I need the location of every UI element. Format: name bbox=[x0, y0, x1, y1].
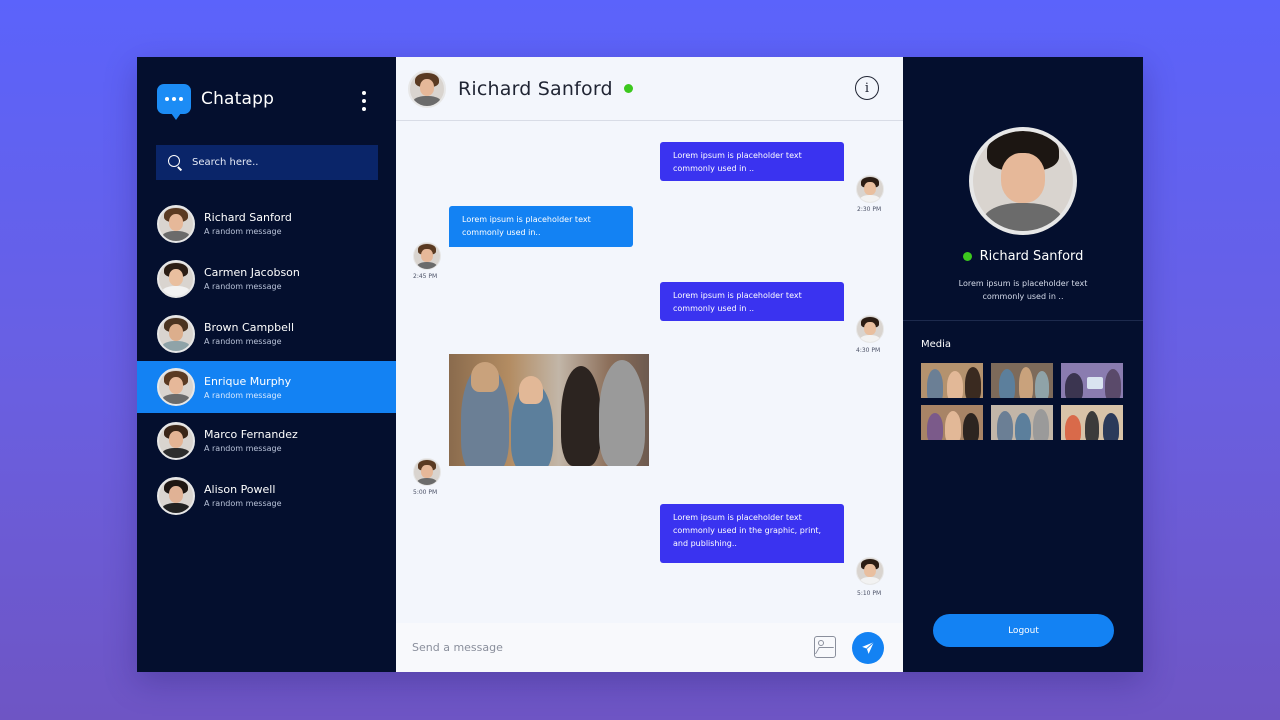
contact-name: Alison Powell bbox=[204, 483, 276, 496]
media-thumbnail[interactable] bbox=[991, 363, 1053, 398]
contact-preview: A random message bbox=[204, 444, 282, 453]
contact-item-alison-powell[interactable]: Alison Powell A random message bbox=[137, 468, 396, 523]
message-bubble-sent: Lorem ipsum is placeholder text commonly… bbox=[660, 142, 844, 181]
message-time: 2:45 PM bbox=[413, 273, 438, 280]
profile-panel: Richard Sanford Lorem ipsum is placehold… bbox=[903, 57, 1143, 672]
search-icon bbox=[168, 154, 184, 171]
send-icon bbox=[862, 641, 875, 654]
message-time: 5:10 PM bbox=[857, 590, 882, 597]
contact-item-richard-sanford[interactable]: Richard Sanford A random message bbox=[137, 196, 396, 251]
avatar bbox=[157, 204, 195, 243]
image-message[interactable] bbox=[449, 354, 649, 466]
chat-app-window: Chatapp Richard Sanford A random message bbox=[137, 57, 1143, 672]
avatar bbox=[856, 557, 884, 585]
contact-preview: A random message bbox=[204, 227, 282, 236]
contact-preview: A random message bbox=[204, 499, 282, 508]
avatar[interactable] bbox=[408, 69, 446, 108]
kebab-menu-icon[interactable] bbox=[362, 91, 366, 111]
contact-name: Brown Campbell bbox=[204, 321, 295, 334]
avatar bbox=[157, 421, 195, 460]
message-bubble-sent: Lorem ipsum is placeholder text commonly… bbox=[660, 504, 844, 563]
logout-button[interactable]: Logout bbox=[933, 614, 1114, 647]
message-time: 4:30 PM bbox=[856, 347, 881, 354]
media-thumbnail[interactable] bbox=[1061, 405, 1123, 440]
profile-name-row: Richard Sanford bbox=[903, 249, 1143, 264]
avatar bbox=[157, 476, 195, 515]
media-thumbnail[interactable] bbox=[991, 405, 1053, 440]
avatar bbox=[157, 314, 195, 353]
send-button[interactable] bbox=[852, 632, 884, 664]
message-bubble-received: Lorem ipsum is placeholder text commonly… bbox=[449, 206, 633, 247]
profile-bio: Lorem ipsum is placeholder text commonly… bbox=[958, 279, 1088, 301]
contact-name: Marco Fernandez bbox=[204, 428, 298, 441]
search-input[interactable] bbox=[192, 157, 372, 168]
avatar bbox=[413, 458, 441, 486]
contact-item-carmen-jacobson[interactable]: Carmen Jacobson A random message bbox=[137, 251, 396, 306]
contact-item-brown-campbell[interactable]: Brown Campbell A random message bbox=[137, 306, 396, 361]
app-name: Chatapp bbox=[201, 89, 275, 109]
contact-item-enrique-murphy[interactable]: Enrique Murphy A random message bbox=[137, 361, 396, 413]
chat-bubble-icon bbox=[157, 84, 191, 120]
sidebar: Chatapp Richard Sanford A random message bbox=[137, 57, 396, 672]
message-time: 2:30 PM bbox=[857, 206, 882, 213]
info-icon[interactable]: i bbox=[855, 76, 879, 100]
media-grid bbox=[921, 363, 1123, 440]
contact-name: Enrique Murphy bbox=[204, 374, 292, 388]
avatar bbox=[157, 259, 195, 298]
divider bbox=[903, 320, 1143, 321]
chat-header: Richard Sanford i bbox=[396, 57, 903, 121]
media-label: Media bbox=[921, 339, 952, 350]
media-thumbnail[interactable] bbox=[1061, 363, 1123, 398]
contact-list: Richard Sanford A random message Carmen … bbox=[137, 196, 396, 523]
message-time: 5:00 PM bbox=[413, 489, 438, 496]
contact-preview: A random message bbox=[204, 390, 282, 400]
chat-panel: Richard Sanford i Lorem ipsum is placeho… bbox=[396, 57, 903, 672]
media-thumbnail[interactable] bbox=[921, 405, 983, 440]
media-thumbnail[interactable] bbox=[921, 363, 983, 398]
image-attach-icon[interactable] bbox=[814, 636, 836, 658]
search-bar bbox=[156, 145, 378, 180]
avatar bbox=[413, 242, 441, 270]
contact-name: Carmen Jacobson bbox=[204, 266, 300, 279]
chat-title: Richard Sanford bbox=[458, 77, 613, 100]
avatar bbox=[856, 175, 884, 203]
contact-name: Richard Sanford bbox=[204, 211, 292, 224]
profile-avatar bbox=[969, 127, 1077, 235]
avatar bbox=[157, 368, 195, 406]
contact-preview: A random message bbox=[204, 282, 282, 291]
profile-name: Richard Sanford bbox=[979, 249, 1084, 264]
brand: Chatapp bbox=[157, 84, 275, 120]
online-status-dot bbox=[962, 252, 972, 261]
message-bubble-sent: Lorem ipsum is placeholder text commonly… bbox=[660, 282, 844, 321]
online-status-dot bbox=[623, 84, 633, 93]
message-input[interactable] bbox=[412, 641, 802, 654]
contact-item-marco-fernandez[interactable]: Marco Fernandez A random message bbox=[137, 413, 396, 468]
contact-preview: A random message bbox=[204, 337, 282, 346]
avatar bbox=[856, 315, 884, 343]
message-composer bbox=[396, 623, 903, 672]
